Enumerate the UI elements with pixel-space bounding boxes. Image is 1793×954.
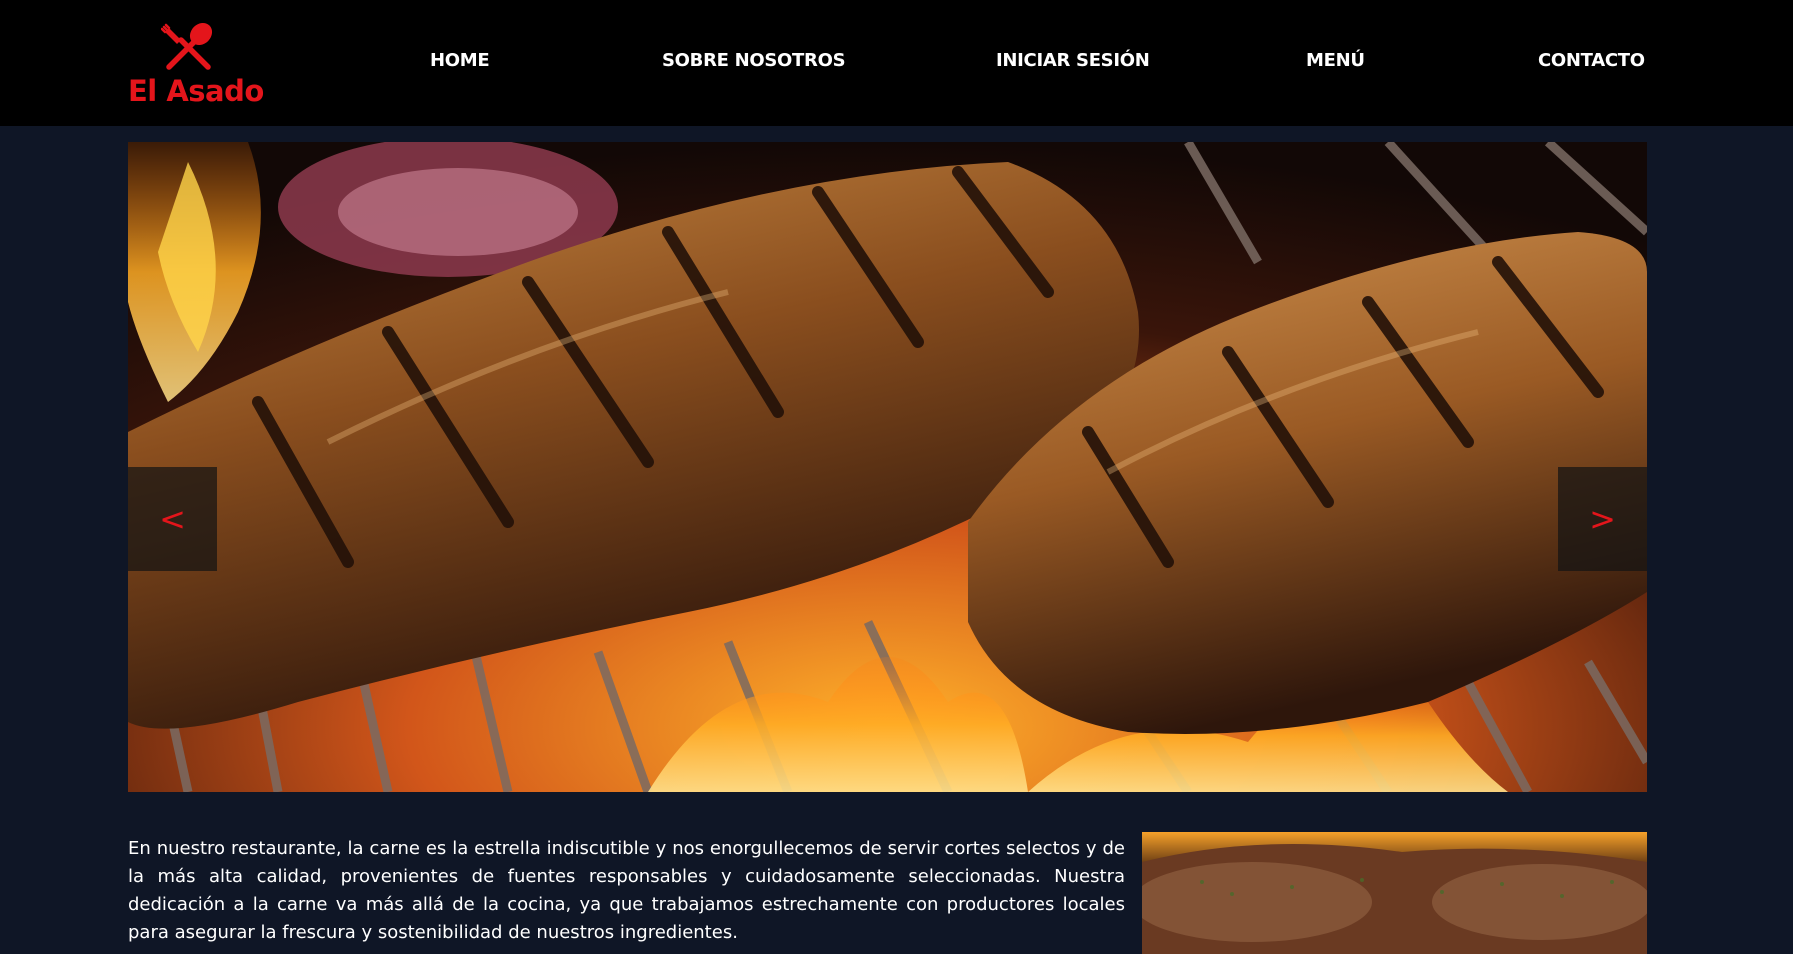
carousel-next-button[interactable]: > <box>1558 467 1647 571</box>
nav-menu[interactable]: MENÚ <box>1306 50 1365 71</box>
nav-contact[interactable]: CONTACTO <box>1538 50 1645 71</box>
fork-spoon-icon <box>161 22 213 70</box>
nav-home[interactable]: HOME <box>430 50 490 71</box>
nav-login[interactable]: INICIAR SESIÓN <box>996 50 1150 71</box>
brand-name: El Asado <box>128 74 264 108</box>
about-text: En nuestro restaurante, la carne es la e… <box>128 838 1125 943</box>
navbar: El Asado HOME SOBRE NOSOTROS INICIAR SES… <box>0 0 1793 126</box>
carousel-prev-button[interactable]: < <box>128 467 217 571</box>
hero-carousel: < > <box>128 142 1647 792</box>
brand-logo[interactable]: El Asado <box>128 16 264 112</box>
side-image <box>1142 832 1647 954</box>
nav-about[interactable]: SOBRE NOSOTROS <box>662 50 846 71</box>
grilled-meat-photo <box>1142 832 1647 954</box>
grilled-steaks-photo <box>128 142 1647 792</box>
